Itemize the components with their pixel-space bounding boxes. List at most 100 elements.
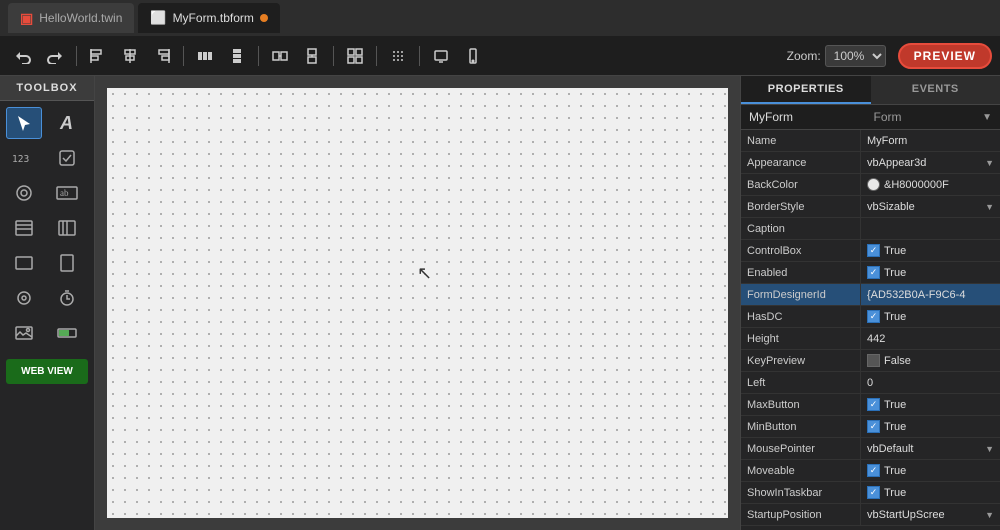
prop-borderstyle-label: BorderStyle — [741, 196, 861, 217]
tab-helloworld[interactable]: ▣ HelloWorld.twin — [8, 3, 134, 33]
canvas-area[interactable]: ↖ — [95, 76, 740, 530]
prop-maxbutton-value[interactable]: ✓ True — [861, 394, 1000, 415]
tbform-icon: ⬜ — [150, 10, 166, 26]
props-selector[interactable]: MyForm Form ▼ — [741, 105, 1000, 130]
grid-toggle-button[interactable] — [383, 42, 413, 70]
mobile-button[interactable] — [458, 42, 488, 70]
resize-both-button[interactable] — [340, 42, 370, 70]
tool-pointer[interactable] — [6, 107, 42, 139]
tool-option[interactable] — [6, 177, 42, 209]
tool-numeric[interactable]: 123 — [6, 142, 42, 174]
prop-moveable-value[interactable]: ✓ True — [861, 460, 1000, 481]
tool-vlist[interactable] — [49, 212, 85, 244]
tab-properties[interactable]: PROPERTIES — [741, 76, 871, 104]
align-right-button[interactable] — [147, 42, 177, 70]
prop-startupposition-value[interactable]: vbStartUpScree ▼ — [861, 504, 1000, 525]
resize-h-button[interactable] — [265, 42, 295, 70]
resize-v-button[interactable] — [297, 42, 327, 70]
prop-row-backcolor: BackColor &H8000000F — [741, 174, 1000, 196]
distribute-v-button[interactable] — [222, 42, 252, 70]
prop-controlbox-value[interactable]: ✓ True — [861, 240, 1000, 261]
prop-row-startupposition: StartupPosition vbStartUpScree ▼ — [741, 504, 1000, 526]
tab-myform[interactable]: ⬜ MyForm.tbform — [138, 3, 280, 33]
form-canvas[interactable]: ↖ — [107, 88, 728, 518]
appearance-dropdown-arrow: ▼ — [985, 158, 994, 168]
selector-dropdown-arrow: ▼ — [982, 112, 992, 123]
controlbox-checkbox[interactable]: ✓ — [867, 244, 880, 257]
prop-backcolor-value[interactable]: &H8000000F — [861, 174, 1000, 195]
prop-minbutton-label: MinButton — [741, 416, 861, 437]
prop-keypreview-value[interactable]: False — [861, 350, 1000, 371]
prop-enabled-label: Enabled — [741, 262, 861, 283]
redo-button[interactable] — [40, 42, 70, 70]
tool-checkbox[interactable] — [49, 142, 85, 174]
prop-row-appearance: Appearance vbAppear3d ▼ — [741, 152, 1000, 174]
hasdc-checkbox[interactable]: ✓ — [867, 310, 880, 323]
prop-hasdc-value[interactable]: ✓ True — [861, 306, 1000, 327]
tab-events[interactable]: EVENTS — [871, 76, 1000, 104]
main-layout: TOOLBOX A 123 ab — [0, 76, 1000, 530]
maxbutton-checkbox[interactable]: ✓ — [867, 398, 880, 411]
zoom-select[interactable]: 100% 75% 50% 150% — [825, 45, 886, 67]
sep1 — [76, 46, 77, 66]
tab-modified-dot — [260, 14, 268, 22]
sep5 — [376, 46, 377, 66]
prop-appearance-value[interactable]: vbAppear3d ▼ — [861, 152, 1000, 173]
sep2 — [183, 46, 184, 66]
prop-name-label: Name — [741, 130, 861, 151]
tool-hlist[interactable] — [6, 212, 42, 244]
prop-enabled-value[interactable]: ✓ True — [861, 262, 1000, 283]
prop-row-hasdc: HasDC ✓ True — [741, 306, 1000, 328]
preview-button[interactable]: PREVIEW — [898, 43, 992, 69]
tool-shape[interactable] — [6, 282, 42, 314]
prop-borderstyle-value[interactable]: vbSizable ▼ — [861, 196, 1000, 217]
prop-height-label: Height — [741, 328, 861, 349]
showintaskbar-checkbox[interactable]: ✓ — [867, 486, 880, 499]
tab-helloworld-label: HelloWorld.twin — [39, 11, 122, 25]
prop-hasdc-label: HasDC — [741, 306, 861, 327]
prop-formdesignerid-label: FormDesignerId — [741, 284, 861, 305]
prop-row-showintaskbar: ShowInTaskbar ✓ True — [741, 482, 1000, 504]
sep3 — [258, 46, 259, 66]
mousepointer-dropdown-arrow: ▼ — [985, 444, 994, 454]
device-button[interactable] — [426, 42, 456, 70]
prop-left-value[interactable]: 0 — [861, 372, 1000, 393]
prop-mousepointer-value[interactable]: vbDefault ▼ — [861, 438, 1000, 459]
prop-backcolor-label: BackColor — [741, 174, 861, 195]
tool-image[interactable] — [6, 317, 42, 349]
distribute-h-button[interactable] — [190, 42, 220, 70]
prop-caption-label: Caption — [741, 218, 861, 239]
startupposition-dropdown-arrow: ▼ — [985, 510, 994, 520]
prop-formdesignerid-value[interactable]: {AD532B0A-F9C6-4 — [861, 284, 1000, 305]
selector-type: Form — [874, 110, 902, 124]
prop-name-value[interactable]: MyForm — [861, 130, 1000, 151]
align-center-button[interactable] — [115, 42, 145, 70]
twin-icon: ▣ — [20, 10, 33, 27]
enabled-checkbox[interactable]: ✓ — [867, 266, 880, 279]
tool-vframe[interactable] — [49, 247, 85, 279]
prop-row-enabled: Enabled ✓ True — [741, 262, 1000, 284]
tool-progressbar[interactable] — [49, 317, 85, 349]
tool-text[interactable]: A — [49, 107, 85, 139]
prop-minbutton-value[interactable]: ✓ True — [861, 416, 1000, 437]
tool-textbox[interactable]: ab — [49, 177, 85, 209]
svg-text:123: 123 — [12, 154, 30, 165]
toolbox-panel: TOOLBOX A 123 ab — [0, 76, 95, 530]
toolbox-header: TOOLBOX — [0, 76, 94, 101]
tool-webview[interactable]: WEB VIEW — [6, 359, 88, 384]
tool-frame[interactable] — [6, 247, 42, 279]
moveable-checkbox[interactable]: ✓ — [867, 464, 880, 477]
prop-showintaskbar-value[interactable]: ✓ True — [861, 482, 1000, 503]
undo-button[interactable] — [8, 42, 38, 70]
align-left-button[interactable] — [83, 42, 113, 70]
keypreview-checkbox[interactable] — [867, 354, 880, 367]
prop-row-height: Height 442 — [741, 328, 1000, 350]
prop-showintaskbar-label: ShowInTaskbar — [741, 482, 861, 503]
props-tabs: PROPERTIES EVENTS — [741, 76, 1000, 105]
title-bar: ▣ HelloWorld.twin ⬜ MyForm.tbform — [0, 0, 1000, 36]
minbutton-checkbox[interactable]: ✓ — [867, 420, 880, 433]
prop-caption-value[interactable] — [861, 218, 1000, 239]
tool-timer[interactable] — [49, 282, 85, 314]
tab-myform-label: MyForm.tbform — [173, 11, 254, 25]
prop-height-value[interactable]: 442 — [861, 328, 1000, 349]
